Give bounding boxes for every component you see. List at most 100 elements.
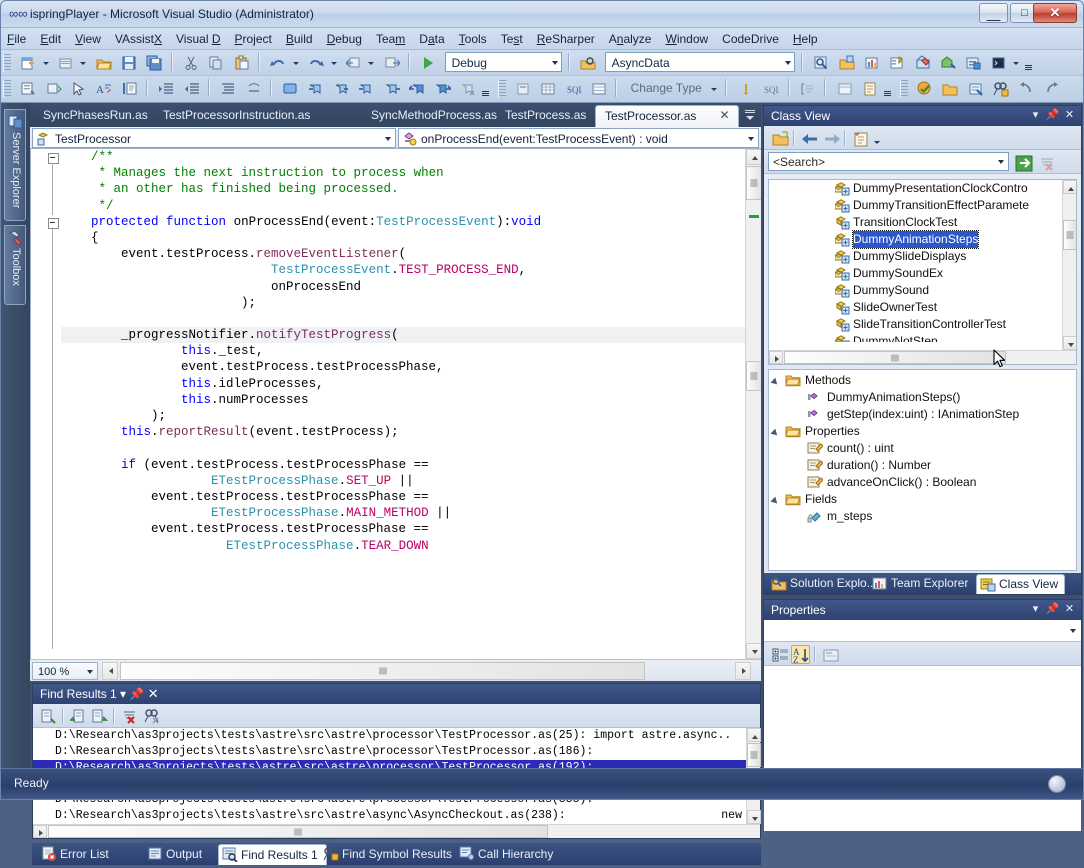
properties-grid[interactable]: [764, 666, 1081, 831]
panel-dropdown-icon[interactable]: ▾: [120, 687, 126, 701]
tab-testprocessor[interactable]: TestProcessor.as ✕: [595, 105, 739, 127]
clear-search-icon[interactable]: [1037, 153, 1056, 172]
previous-location-icon[interactable]: [68, 707, 88, 726]
select-pointer-icon[interactable]: [68, 78, 89, 99]
add-new-item-icon[interactable]: [55, 52, 76, 73]
toolbar-overflow-button[interactable]: [883, 78, 893, 99]
undo-icon[interactable]: [267, 52, 288, 73]
find-result-row[interactable]: D:\Research\as3projects\tests\astre\src\…: [33, 808, 760, 824]
class-view-type-tree[interactable]: DummyPresentationClockContro DummyTransit…: [769, 180, 1076, 364]
class-view-type-item[interactable]: DummyTransitionEffectParamete: [769, 197, 1076, 214]
cut-icon[interactable]: [180, 52, 201, 73]
next-bookmark-folder-icon[interactable]: [381, 78, 402, 99]
editor-horizontal-scroll-thumb[interactable]: [120, 662, 645, 680]
toolbar-overflow-button[interactable]: [1024, 52, 1034, 73]
menu-build[interactable]: Build: [279, 28, 320, 50]
data-grid-icon[interactable]: [537, 78, 558, 99]
class-view-type-item[interactable]: DummySlideDisplays: [769, 248, 1076, 265]
fold-toggle-icon[interactable]: [48, 153, 59, 164]
class-view-settings-dropdown-icon[interactable]: [873, 131, 882, 152]
clear-bookmarks-icon[interactable]: [457, 78, 478, 99]
decrease-indent-icon[interactable]: [181, 78, 202, 99]
scroll-down-button[interactable]: [746, 643, 761, 659]
find-combo[interactable]: AsyncData: [604, 52, 795, 72]
insert-snippet-icon[interactable]: [17, 78, 38, 99]
class-view-member-item[interactable]: getStep(index:uint) : IAnimationStep: [769, 406, 1076, 423]
tab-call-hierarchy[interactable]: Call Hierarchy: [456, 844, 561, 865]
zoom-level-combo[interactable]: 100 %: [32, 662, 98, 680]
tab-find-symbol-results[interactable]: Find Symbol Results: [320, 844, 460, 865]
scroll-thumb[interactable]: [1063, 220, 1076, 250]
panel-dropdown-icon[interactable]: ▾: [1028, 602, 1043, 617]
toolbar-grip[interactable]: [3, 80, 11, 98]
class-view-type-item[interactable]: TransitionClockTest: [769, 214, 1076, 231]
class-view-member-item[interactable]: m_steps: [769, 508, 1076, 525]
toolbar-grip[interactable]: [497, 80, 506, 98]
menu-help[interactable]: Help: [786, 28, 825, 50]
tab-syncmethodprocess[interactable]: SyncMethodProcess.as: [362, 105, 506, 127]
new-project-dropdown-icon[interactable]: [42, 52, 51, 73]
save-all-icon[interactable]: [143, 52, 164, 73]
menu-edit[interactable]: Edit: [33, 28, 68, 50]
tab-overflow-button[interactable]: [743, 107, 757, 123]
comment-lines-icon[interactable]: [119, 78, 140, 99]
horizontal-scroll-thumb[interactable]: [784, 351, 1006, 364]
find-again-icon[interactable]: [143, 707, 162, 726]
scroll-up-button[interactable]: [747, 728, 761, 742]
primary-key-icon[interactable]: [735, 78, 756, 99]
alphabetical-icon[interactable]: AZ: [791, 645, 810, 665]
redo-icon[interactable]: [305, 52, 326, 73]
format-document-icon[interactable]: A: [93, 78, 114, 99]
command-window-icon[interactable]: [988, 52, 1009, 73]
clear-results-icon[interactable]: [120, 707, 139, 726]
tab-find-results-1[interactable]: Find Results 1: [218, 844, 327, 865]
panel-dropdown-icon[interactable]: ▾: [1028, 108, 1043, 123]
new-folder-icon[interactable]: [770, 129, 789, 148]
find-result-row[interactable]: D:\Research\as3projects\tests\astre\src\…: [33, 744, 760, 760]
menu-debug[interactable]: Debug: [320, 28, 369, 50]
scroll-right-button[interactable]: [735, 662, 751, 680]
menu-test[interactable]: Test: [494, 28, 530, 50]
class-view-type-item[interactable]: DummySound: [769, 282, 1076, 299]
toggle-solution-explorer-icon[interactable]: [836, 52, 857, 73]
find-usages-icon[interactable]: [965, 78, 986, 99]
tab-error-list[interactable]: Error List: [38, 844, 117, 865]
type-dropdown[interactable]: TestProcessor: [32, 128, 396, 148]
close-icon[interactable]: ✕: [148, 686, 159, 701]
pin-icon[interactable]: 📌: [1045, 602, 1060, 617]
script-icon[interactable]: [859, 78, 880, 99]
code-editor[interactable]: /** * Manages the next instruction to pr…: [30, 149, 761, 659]
class-view-type-item[interactable]: DummyPresentationClockContro: [769, 180, 1076, 197]
outline-icon[interactable]: [797, 78, 818, 99]
toolbar-grip[interactable]: [899, 80, 908, 98]
member-dropdown[interactable]: onProcessEnd(event:TestProcessEvent) : v…: [398, 128, 759, 148]
tab-output[interactable]: Output: [144, 844, 210, 865]
go-arrow-icon[interactable]: [1014, 153, 1033, 172]
class-view-settings-icon[interactable]: [851, 129, 870, 148]
class-view-member-group[interactable]: Methods: [769, 372, 1076, 389]
increase-indent-icon[interactable]: [155, 78, 176, 99]
pin-icon[interactable]: 📌: [129, 687, 144, 701]
scroll-down-button[interactable]: [747, 810, 761, 824]
minimize-button[interactable]: ―: [979, 3, 1008, 26]
navigate-prev-icon[interactable]: [1015, 78, 1036, 99]
scroll-left-button[interactable]: [102, 662, 118, 680]
toggle-properties-icon[interactable]: [886, 52, 907, 73]
undo-dropdown-icon[interactable]: [292, 52, 301, 73]
next-bookmark-icon[interactable]: [330, 78, 351, 99]
resharper-inspect-icon[interactable]: [914, 78, 935, 99]
code-text[interactable]: /** * Manages the next instruction to pr…: [61, 149, 761, 659]
properties-object-combo[interactable]: [764, 620, 1081, 642]
class-view-member-group[interactable]: Properties: [769, 423, 1076, 440]
toolbar-overflow-button[interactable]: [481, 78, 491, 99]
class-view-type-item[interactable]: SlideTransitionControllerTest: [769, 316, 1076, 333]
class-list-vertical-scrollbar[interactable]: [1062, 180, 1076, 350]
property-pages-icon[interactable]: [821, 645, 840, 664]
forward-icon[interactable]: [821, 129, 840, 148]
menu-window[interactable]: Window: [658, 28, 715, 50]
sidebar-item-server-explorer[interactable]: Server Explorer: [4, 109, 26, 221]
close-button[interactable]: ✕: [1033, 3, 1077, 23]
menu-project[interactable]: Project: [228, 28, 279, 50]
open-file-icon[interactable]: [93, 52, 114, 73]
open-folder-icon[interactable]: [939, 78, 960, 99]
